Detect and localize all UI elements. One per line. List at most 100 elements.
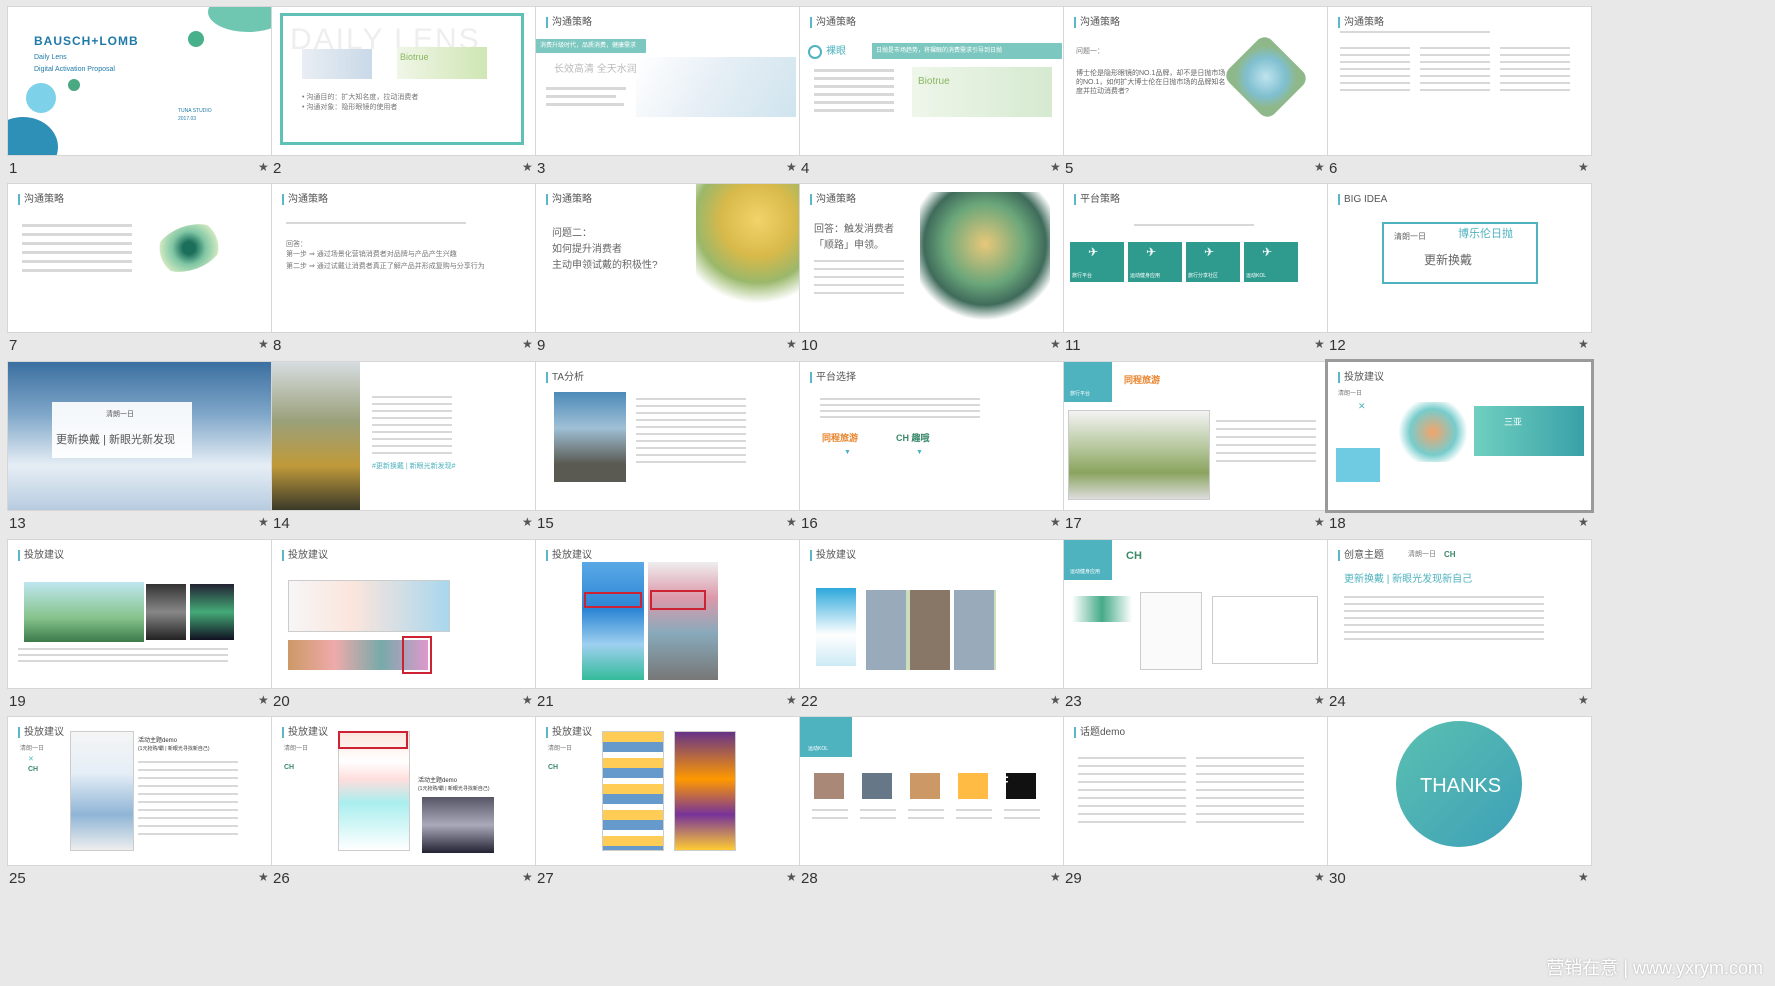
slide-text: 清朗一日 (548, 746, 573, 752)
slide-text: 更新换戴 | 新眼光发现新自己 (1344, 574, 1473, 585)
slide-number: 16 (801, 515, 818, 532)
slide-thumbnail-5[interactable]: 沟通策略 问题一： 博士伦是隐形眼镜的NO.1品牌，却不是日抛市场的NO.1，如何扩… (1056, 0, 1327, 200)
slide-preview[interactable]: 沟通策略 问题一： 博士伦是隐形眼镜的NO.1品牌，却不是日抛市场的NO.1，如何扩… (1064, 7, 1327, 155)
slide-preview[interactable]: 沟通策略 回答： 第一步 ⇒ 通过场景化营销消费者对品牌与产品产生兴趣 第二步 ⇒ 通… (272, 184, 535, 332)
platform-tile-label: 运动健身应用 (1130, 273, 1161, 279)
slide-heading: 投放建议 (1338, 372, 1384, 383)
slide-text: 主动申领试戴的积极性? (552, 260, 658, 271)
slide-preview[interactable]: 沟通策略 消费升级时代，品质消费，健康需求 长效高清 全天水润 (536, 7, 799, 155)
slide-thumbnail-29[interactable]: 话题demo 29 ★ (1056, 710, 1327, 910)
slide-thumbnail-16[interactable]: 平台选择 同程旅游 CH 趣哦 ▼ ▼ 16 ★ (792, 355, 1063, 555)
slide-thumbnail-18[interactable]: 投放建议 清朗一日 ✕ 三亚 18 ★ (1320, 355, 1591, 555)
slide-number: 6 (1329, 160, 1338, 177)
slide-preview[interactable]: 沟通策略 (1328, 7, 1591, 155)
slide-preview[interactable]: 话题demo (1064, 717, 1327, 865)
slide-thumbnail-1[interactable]: BAUSCH+LOMB Daily Lens Digital Activation … (0, 0, 271, 200)
slide-preview[interactable]: DAILY LENS Biotrue • 沟通目的：扩大知名度，拉动消费者 • 沟通对… (272, 7, 535, 155)
slide-thumbnail-23[interactable]: 运动健身应用 CH 23 ★ (1056, 533, 1327, 733)
slide-text: 三亚 (1504, 417, 1523, 427)
slide-text: 问题一： (1076, 48, 1104, 55)
slide-text: Daily Lens (34, 54, 67, 61)
slide-number: 9 (537, 337, 546, 354)
slide-thumbnail-24[interactable]: 创意主题 清朗一日 CH 更新换戴 | 新眼光发现新自己 24 ★ (1320, 533, 1591, 733)
slide-thumbnail-13[interactable]: 清朗一日 更新换戴 | 新眼光新发现 13 ★ (0, 355, 271, 555)
slide-preview[interactable]: 沟通策略 问题二： 如何提升消费者 主动申领试戴的积极性? (536, 184, 799, 332)
slide-preview[interactable]: 旅行平台 同程旅游 (1064, 362, 1327, 510)
slide-preview[interactable]: 运动KOL F (800, 717, 1063, 865)
promo-block (1336, 448, 1380, 482)
slide-preview[interactable]: 沟通策略 裸眼 日抛是市场趋势，将裸眼的消费需求引导到日抛 Biotrue (800, 7, 1063, 155)
slide-heading: 沟通策略 (810, 17, 856, 28)
slide-thumbnail-3[interactable]: 沟通策略 消费升级时代，品质消费，健康需求 长效高清 全天水润 3 ★ (528, 0, 799, 200)
slide-text: 清朗一日 (1338, 391, 1363, 397)
slide-text: 运动KOL (808, 746, 829, 752)
app-screenshot (816, 588, 856, 666)
slide-text: 更新换戴 (1424, 253, 1473, 267)
slide-thumbnail-25[interactable]: 投放建议 清朗一日 ✕ CH 活动主题demo (1元抢购/霸 | 新眼光寻找新自己) 25… (0, 710, 271, 910)
slide-thumbnail-22[interactable]: 投放建议 22 ★ (792, 533, 1063, 733)
transition-star-icon[interactable]: ★ (1578, 337, 1589, 351)
slide-preview[interactable]: 投放建议 清朗一日 CH (536, 717, 799, 865)
slide-thumbnail-27[interactable]: 投放建议 清朗一日 CH 27 ★ (528, 710, 799, 910)
slide-thumbnail-2[interactable]: DAILY LENS Biotrue • 沟通目的：扩大知名度，拉动消费者 • 沟通对… (264, 0, 535, 200)
slide-number: 20 (273, 693, 290, 710)
slide-thumbnail-6[interactable]: 沟通策略 6 ★ (1320, 0, 1591, 200)
slide-thumbnail-30[interactable]: THANKS 30 ★ (1320, 710, 1591, 910)
ch-logo: CH (284, 764, 295, 771)
slide-thumbnail-15[interactable]: TA分析 15 ★ (528, 355, 799, 555)
slide-preview[interactable]: 投放建议 (536, 540, 799, 688)
transition-star-icon[interactable]: ★ (1578, 515, 1589, 529)
slide-thumbnail-8[interactable]: 沟通策略 回答： 第一步 ⇒ 通过场景化营销消费者对品牌与产品产生兴趣 第二步 ⇒ 通… (264, 177, 535, 377)
slide-preview[interactable]: 平台选择 同程旅游 CH 趣哦 ▼ ▼ (800, 362, 1063, 510)
slide-preview[interactable]: BAUSCH+LOMB Daily Lens Digital Activation … (8, 7, 271, 155)
slide-preview[interactable]: 投放建议 (272, 540, 535, 688)
slide-thumbnail-20[interactable]: 投放建议 20 ★ (264, 533, 535, 733)
slide-thumbnail-11[interactable]: 平台策略 旅行平台 ✈ 运动健身应用 ✈ 旅行分享社区 ✈ 运动KOL ✈ 11 ★ (1056, 177, 1327, 377)
slide-sorter-grid: BAUSCH+LOMB Daily Lens Digital Activation … (0, 0, 1775, 986)
transition-star-icon[interactable]: ★ (1578, 693, 1589, 707)
slide-preview[interactable]: #更新换戴 | 新眼光新发现# (272, 362, 535, 510)
slide-thumbnail-9[interactable]: 沟通策略 问题二： 如何提升消费者 主动申领试戴的积极性? 9 ★ (528, 177, 799, 377)
slide-thumbnail-4[interactable]: 沟通策略 裸眼 日抛是市场趋势，将裸眼的消费需求引导到日抛 Biotrue 4 ★ (792, 0, 1063, 200)
transition-star-icon[interactable]: ★ (1578, 160, 1589, 174)
slide-preview[interactable]: 投放建议 清朗一日 CH 活动主题demo (1元抢购/霸 | 新眼光寻找新自己) (272, 717, 535, 865)
slide-number: 25 (9, 870, 26, 887)
billboard-photo (146, 584, 186, 640)
kol-avatar (814, 773, 844, 799)
slide-preview[interactable]: 投放建议 清朗一日 ✕ CH 活动主题demo (1元抢购/霸 | 新眼光寻找新自己) (8, 717, 271, 865)
slide-preview[interactable]: 投放建议 (800, 540, 1063, 688)
slide-text: 清朗一日 (1408, 551, 1436, 558)
slide-preview[interactable]: 清朗一日 更新换戴 | 新眼光新发现 (8, 362, 271, 510)
slide-text: 同程旅游 (1124, 375, 1161, 385)
slide-preview[interactable]: 沟通策略 回答：触发消费者 「顺路」申领。 (800, 184, 1063, 332)
slide-thumbnail-17[interactable]: 旅行平台 同程旅游 17 ★ (1056, 355, 1327, 555)
slide-thumbnail-14[interactable]: #更新换戴 | 新眼光新发现# 14 ★ (264, 355, 535, 555)
slide-preview[interactable]: 沟通策略 (8, 184, 271, 332)
slide-text: 问题二： (552, 228, 592, 239)
slide-preview[interactable]: 投放建议 清朗一日 ✕ 三亚 (1328, 362, 1591, 510)
slide-thumbnail-26[interactable]: 投放建议 清朗一日 CH 活动主题demo (1元抢购/霸 | 新眼光寻找新自己) 26 ★ (264, 710, 535, 910)
slide-preview[interactable]: BIG IDEA 清朗一日 博乐伦日抛 更新换戴 (1328, 184, 1591, 332)
slide-preview[interactable]: 投放建议 (8, 540, 271, 688)
highlight-box (584, 592, 642, 608)
slide-preview[interactable]: 运动健身应用 CH (1064, 540, 1327, 688)
product-box-image (302, 49, 372, 79)
website-screenshot (1068, 410, 1210, 500)
ch-logo: CH (548, 764, 559, 771)
slide-preview[interactable]: TA分析 (536, 362, 799, 510)
slide-thumbnail-10[interactable]: 沟通策略 回答：触发消费者 「顺路」申领。 10 ★ (792, 177, 1063, 377)
slide-thumbnail-28[interactable]: 运动KOL F 28 ★ (792, 710, 1063, 910)
platform-tile-icon: ✈ (1146, 245, 1157, 259)
slide-thumbnail-19[interactable]: 投放建议 19 ★ (0, 533, 271, 733)
ch-logo: CH (1444, 550, 1456, 559)
slide-preview[interactable]: 创意主题 清朗一日 CH 更新换戴 | 新眼光发现新自己 (1328, 540, 1591, 688)
slide-number: 8 (273, 337, 282, 354)
product-name: Biotrue (918, 76, 950, 87)
slide-preview[interactable]: THANKS (1328, 717, 1591, 865)
slide-preview[interactable]: 平台策略 旅行平台 ✈ 运动健身应用 ✈ 旅行分享社区 ✈ 运动KOL ✈ (1064, 184, 1327, 332)
transition-star-icon[interactable]: ★ (1578, 870, 1589, 884)
slide-thumbnail-21[interactable]: 投放建议 21 ★ (528, 533, 799, 733)
slide-thumbnail-12[interactable]: BIG IDEA 清朗一日 博乐伦日抛 更新换戴 12 ★ (1320, 177, 1591, 377)
slide-text: (1元抢购/霸 | 新眼光寻找新自己) (418, 786, 490, 792)
slide-thumbnail-7[interactable]: 沟通策略 7 ★ (0, 177, 271, 377)
